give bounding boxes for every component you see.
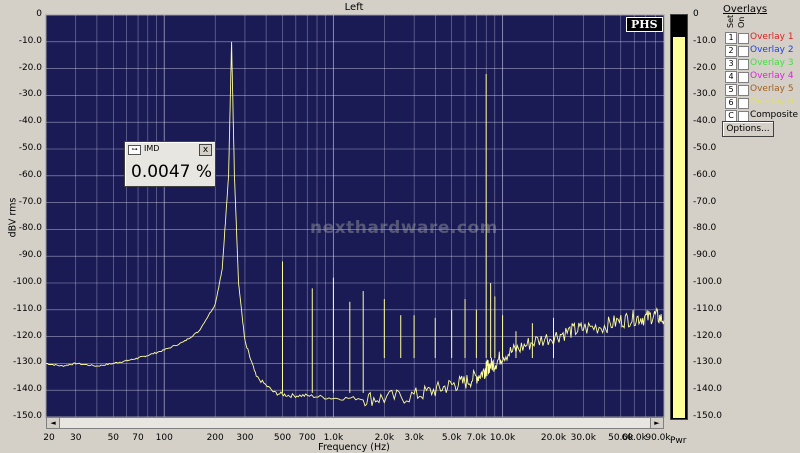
overlay-on-checkbox[interactable] [738,98,749,109]
imd-title: ⊶ IMD [128,144,159,155]
meter-tick-label: -30.0 [693,89,717,100]
meter-tick-label: -20.0 [693,62,717,73]
overlay-set-button[interactable]: 6 [725,97,737,109]
plot-area [45,14,665,418]
y-tick-label: -90.0 [18,250,42,261]
y-axis-title: dBV rms [7,197,19,238]
pwr-label: Pwr [670,436,687,446]
y-tick-label: -30.0 [18,89,42,100]
imd-value: 0.0047 % [131,162,213,182]
meter-tick-label: -70.0 [693,196,717,207]
y-tick-label: -130.0 [12,357,42,368]
meter-tick-label: -110.0 [693,303,723,314]
overlay-set-button[interactable]: 5 [725,84,737,96]
meter-tick-label: -130.0 [693,357,723,368]
y-tick-label: 0 [36,9,42,19]
meter-tick-label: 0 [693,9,699,19]
meter-tick-label: -10.0 [693,35,717,46]
overlay-name: Overlay 5 [750,84,794,94]
y-tick-label: -100.0 [12,277,42,287]
watermark: nexthardware.com [310,218,498,238]
y-tick-label: -20.0 [18,62,42,73]
on-column-label: On [737,16,746,28]
overlay-name: Overlay 2 [750,45,794,55]
phs-logo: PHS [626,17,663,32]
overlay-on-checkbox[interactable] [738,72,749,83]
meter-tick-label: -40.0 [693,116,717,127]
scroll-right-button[interactable]: ► [650,418,663,428]
overlay-name: Overlay 6 [750,97,794,107]
overlay-set-button[interactable]: 2 [725,45,737,57]
y-tick-label: -150.0 [12,411,42,421]
overlay-name: Overlay 4 [750,71,794,81]
overlay-on-checkbox[interactable] [738,33,749,44]
imd-close-button[interactable]: x [199,144,212,156]
y-tick-label: -140.0 [12,384,42,395]
meter-tick-label: -50.0 [693,143,717,153]
y-tick-label: -60.0 [18,169,42,180]
set-column-label: Set [726,14,735,28]
scroll-left-button[interactable]: ◄ [47,418,60,428]
y-tick-label: -10.0 [18,35,42,46]
overlays-title: Overlays [723,4,768,15]
overlay-on-checkbox[interactable] [738,59,749,70]
imd-window[interactable]: ⊶ IMD x 0.0047 % [124,141,216,187]
y-tick-label: -40.0 [18,116,42,127]
y-tick-label: -120.0 [12,330,42,341]
overlay-on-checkbox[interactable] [738,46,749,57]
overlay-set-button[interactable]: 3 [725,58,737,70]
horizontal-scrollbar[interactable]: ◄ ► [46,417,664,429]
meter-tick-label: -80.0 [693,223,717,234]
meter-tick-label: -60.0 [693,169,717,180]
meter-icon: ⊶ [128,145,141,155]
meter-tick-label: -100.0 [693,277,723,287]
y-tick-label: -110.0 [12,303,42,314]
meter-tick-label: -150.0 [693,411,723,421]
overlay-name: Overlay 3 [750,58,794,68]
x-axis-title: Frequency (Hz) [318,442,390,453]
meter-tick-label: -140.0 [693,384,723,395]
power-meter-fill [673,37,685,418]
overlay-name: Composite [750,110,799,120]
overlay-on-checkbox[interactable] [738,85,749,96]
y-tick-label: -50.0 [18,143,42,153]
meter-tick-label: -120.0 [693,330,723,341]
options-button[interactable]: Options... [722,121,774,137]
overlay-set-button[interactable]: 4 [725,71,737,83]
meter-tick-label: -90.0 [693,250,717,261]
overlay-set-button[interactable]: 1 [725,32,737,44]
overlay-name: Overlay 1 [750,32,794,42]
power-meter [670,14,688,420]
